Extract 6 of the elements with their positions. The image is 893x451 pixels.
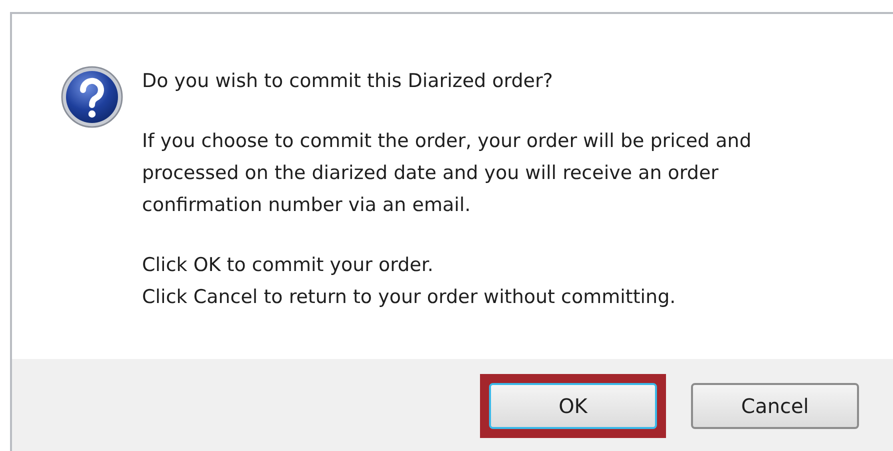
dialog-button[interactable]: Cancel	[691, 383, 859, 429]
dialog-question: Do you wish to commit this Diarized order?	[142, 69, 554, 94]
dialog-button[interactable]: OK	[489, 383, 657, 429]
message-paragraph: If you choose to commit the order, your order will be priced and processed on the diarized date and you will receive an order confirmation number via an email.	[142, 129, 752, 218]
question-icon	[60, 65, 124, 129]
message-paragraph: Click OK to commit your order. Click Cancel to return to your order without committing.	[142, 253, 677, 310]
